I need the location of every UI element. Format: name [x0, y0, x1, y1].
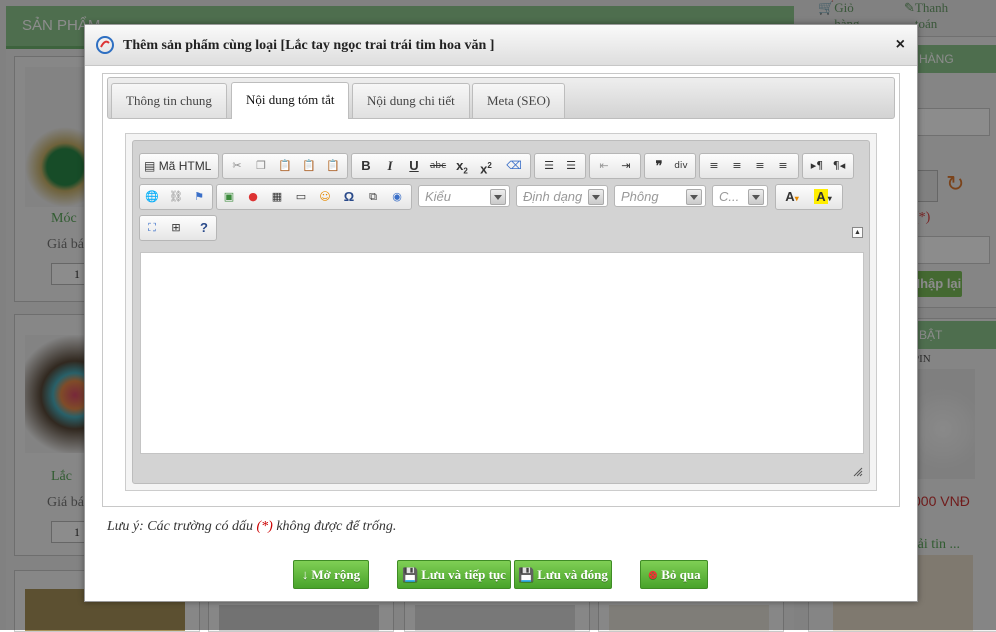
justify-icon[interactable]: ≡: [773, 156, 793, 176]
tab-detail[interactable]: Nội dung chi tiết: [352, 83, 470, 118]
subscript-icon[interactable]: x2: [452, 156, 472, 176]
strike-icon[interactable]: abc: [428, 156, 448, 176]
smiley-icon[interactable]: ☺: [315, 187, 335, 207]
save-continue-button[interactable]: 💾 Lưu và tiếp tục: [397, 560, 511, 589]
resize-handle-icon[interactable]: [853, 467, 863, 477]
iframe-icon[interactable]: ◉: [387, 187, 407, 207]
align-center-icon[interactable]: ≡: [727, 156, 747, 176]
chevron-down-icon: [748, 189, 764, 205]
save-icon: 💾: [518, 567, 535, 582]
page-break-icon[interactable]: ⧉: [363, 187, 383, 207]
image-icon[interactable]: ▣: [219, 187, 239, 207]
insert-group: ▣ ● ▦ ▭ ☺ Ω ⧉ ◉: [216, 184, 412, 210]
tab-meta-seo[interactable]: Meta (SEO): [472, 83, 566, 118]
help-icon[interactable]: ?: [194, 218, 214, 238]
save-close-button[interactable]: 💾 Lưu và đóng: [514, 560, 612, 589]
link-group: 🌐 ⛓ ⚑: [139, 184, 213, 210]
chevron-down-icon: [686, 189, 702, 205]
tab-general-info[interactable]: Thông tin chung: [111, 83, 227, 118]
superscript-icon[interactable]: x2: [476, 156, 496, 176]
bold-icon[interactable]: B: [356, 156, 376, 176]
source-icon: ▤: [144, 159, 156, 173]
basic-styles-group: B I U abc x2 x2 ⌫: [351, 153, 531, 179]
font-select[interactable]: Phông: [614, 185, 706, 207]
collapse-toolbar-icon[interactable]: ▲: [852, 227, 863, 238]
table-icon[interactable]: ▦: [267, 187, 287, 207]
list-group: ☰ ☰: [534, 153, 586, 179]
maximize-icon[interactable]: ⛶: [142, 218, 162, 238]
eraser-icon[interactable]: ⌫: [504, 156, 524, 176]
rtl-icon[interactable]: ¶◂: [829, 156, 849, 176]
cut-icon[interactable]: ✂: [227, 156, 247, 176]
bg-color-icon[interactable]: A ▾: [810, 187, 836, 207]
chevron-down-icon: [490, 189, 506, 205]
size-select[interactable]: C...: [712, 185, 768, 207]
ltr-icon[interactable]: ▸¶: [807, 156, 827, 176]
paste-word-icon[interactable]: 📋: [323, 156, 343, 176]
expand-button[interactable]: ↓ Mở rộng: [293, 560, 369, 589]
indent-icon[interactable]: ⇥: [616, 156, 636, 176]
save-icon: 💾: [402, 567, 419, 582]
cancel-icon: ⊗: [647, 567, 659, 582]
indent-group: ⇤ ⇥: [589, 153, 641, 179]
block-group: ❞ div: [644, 153, 696, 179]
color-group: A▾ A ▾: [775, 184, 843, 210]
horizontal-rule-icon[interactable]: ▭: [291, 187, 311, 207]
app-logo-icon: [96, 36, 114, 54]
tab-content-box: Thông tin chung Nội dung tóm tắt Nội dun…: [102, 73, 900, 507]
bullet-list-icon[interactable]: ☰: [561, 156, 581, 176]
link-icon[interactable]: 🌐: [142, 187, 162, 207]
outdent-icon[interactable]: ⇤: [594, 156, 614, 176]
modal-titlebar: Thêm sản phẩm cùng loại [Lắc tay ngọc tr…: [85, 25, 917, 66]
clipboard-group: ✂ ❐ 📋 📋 📋: [222, 153, 348, 179]
underline-icon[interactable]: U: [404, 156, 424, 176]
align-right-icon[interactable]: ≡: [750, 156, 770, 176]
paste-text-icon[interactable]: 📋: [299, 156, 319, 176]
unlink-icon[interactable]: ⛓: [166, 187, 186, 207]
blockquote-icon[interactable]: ❞: [649, 156, 669, 176]
text-color-icon[interactable]: A▾: [779, 187, 805, 207]
tools-group: ⛶ ⊞ ?: [139, 215, 217, 241]
flash-icon[interactable]: ●: [243, 187, 263, 207]
rich-text-editor: ▤ Mã HTML ✂ ❐ 📋 📋 📋 B I U abc x2 x2 ⌫ ☰ …: [132, 140, 870, 484]
align-group: ≡ ≡ ≡ ≡: [699, 153, 799, 179]
modal-title: Thêm sản phẩm cùng loại [Lắc tay ngọc tr…: [123, 38, 495, 53]
anchor-icon[interactable]: ⚑: [189, 187, 209, 207]
editor-content-area[interactable]: [140, 252, 864, 454]
align-left-icon[interactable]: ≡: [704, 156, 724, 176]
chevron-down-icon: [588, 189, 604, 205]
direction-group: ▸¶ ¶◂: [802, 153, 854, 179]
tab-summary[interactable]: Nội dung tóm tắt: [231, 82, 350, 119]
div-icon[interactable]: div: [671, 156, 691, 176]
special-char-icon[interactable]: Ω: [339, 187, 359, 207]
source-group: ▤ Mã HTML: [139, 153, 219, 179]
show-blocks-icon[interactable]: ⊞: [166, 218, 186, 238]
arrow-down-icon: ↓: [301, 567, 309, 582]
copy-icon[interactable]: ❐: [251, 156, 271, 176]
close-icon[interactable]: ×: [896, 36, 905, 54]
skip-button[interactable]: ⊗ Bỏ qua: [640, 560, 708, 589]
format-select[interactable]: Định dạng: [516, 185, 608, 207]
style-select[interactable]: Kiểu: [418, 185, 510, 207]
paste-icon[interactable]: 📋: [275, 156, 295, 176]
source-button[interactable]: ▤ Mã HTML: [144, 156, 211, 176]
required-note: Lưu ý: Các trường có dấu (*) không được …: [107, 519, 397, 534]
italic-icon[interactable]: I: [380, 156, 400, 176]
numbered-list-icon[interactable]: ☰: [539, 156, 559, 176]
add-product-modal: Thêm sản phẩm cùng loại [Lắc tay ngọc tr…: [84, 24, 918, 602]
tab-bar: Thông tin chung Nội dung tóm tắt Nội dun…: [107, 77, 895, 119]
editor-wrapper: ▤ Mã HTML ✂ ❐ 📋 📋 📋 B I U abc x2 x2 ⌫ ☰ …: [125, 133, 877, 491]
